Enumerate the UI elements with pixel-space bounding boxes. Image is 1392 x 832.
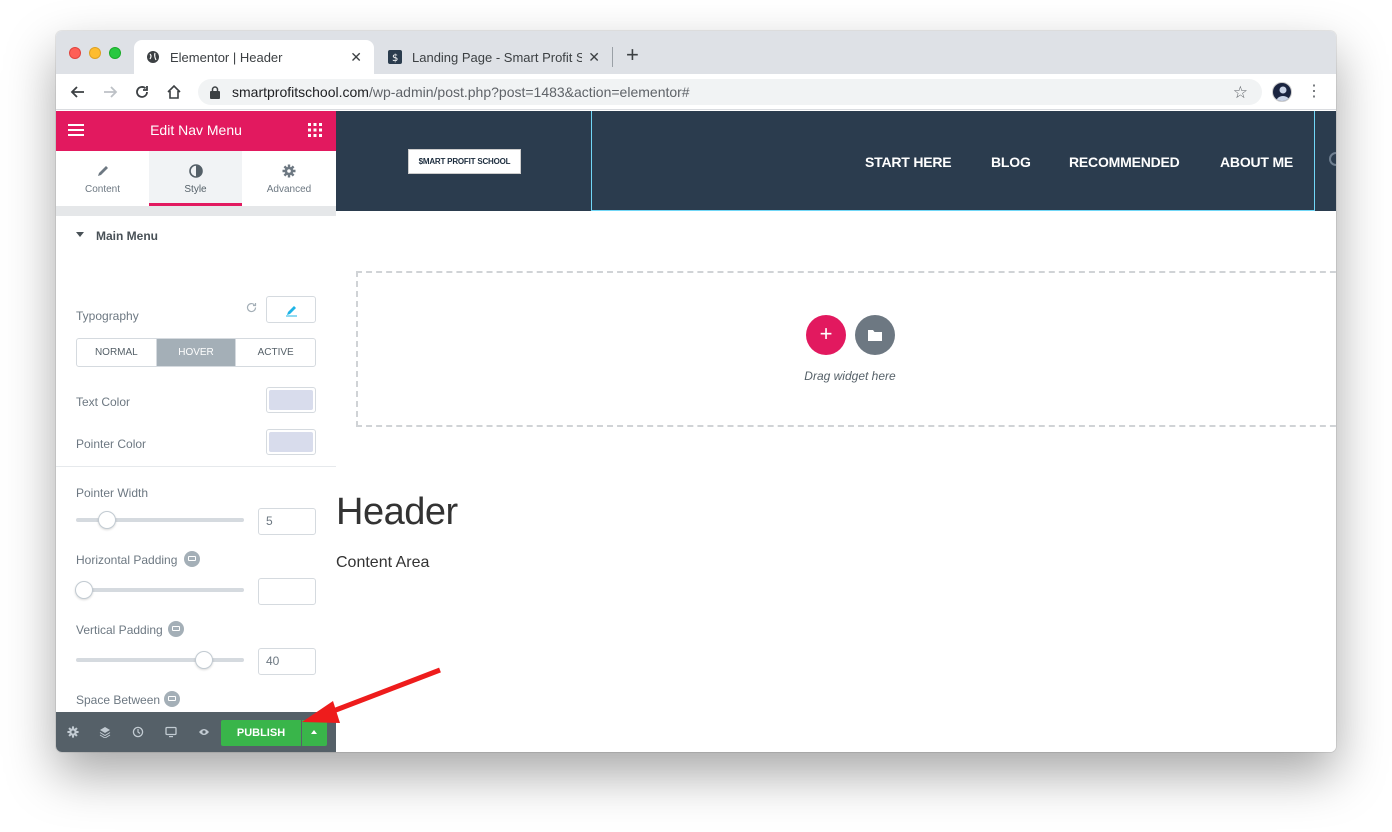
caret-down-icon	[76, 232, 84, 237]
close-tab-icon[interactable]: ✕	[350, 49, 362, 66]
forward-arrow-icon[interactable]	[100, 82, 120, 102]
slider-handle[interactable]	[97, 511, 116, 529]
add-section-button[interactable]: +	[806, 315, 846, 355]
typography-label: Typography	[76, 309, 139, 323]
gear-icon	[282, 164, 296, 178]
page-title: Header	[336, 491, 458, 533]
lock-icon	[210, 85, 222, 99]
space-between-label: Space Between	[76, 693, 161, 707]
state-tabs: NORMAL HOVER ACTIVE	[76, 338, 316, 367]
nav-item-recommended[interactable]: RECOMMENDED	[1069, 154, 1180, 170]
swatch-fill	[269, 432, 313, 452]
pencil-icon	[286, 306, 297, 317]
page-content: Content Area	[336, 554, 430, 571]
site-logo[interactable]: $MART PROFIT SCHOOL	[408, 149, 521, 174]
tab-title: Landing Page - Smart Profit Sc	[412, 49, 582, 65]
vertical-padding-slider[interactable]	[76, 651, 244, 669]
slider-handle[interactable]	[195, 651, 213, 669]
history-icon[interactable]	[130, 724, 146, 740]
elementor-panel: Edit Nav Menu Content Style Advanced Mai…	[56, 111, 336, 752]
browser-window: Elementor | Header ✕ $ Landing Page - Sm…	[56, 31, 1336, 752]
tab-title: Elementor | Header	[170, 49, 283, 65]
horizontal-padding-slider[interactable]	[75, 581, 244, 599]
swatch-fill	[269, 390, 313, 410]
horizontal-padding-input[interactable]	[258, 578, 316, 605]
close-tab-icon[interactable]: ✕	[588, 49, 600, 66]
state-tab-hover[interactable]: HOVER	[156, 339, 237, 366]
text-color-label: Text Color	[76, 395, 131, 409]
section-main-menu[interactable]: Main Menu	[56, 216, 336, 256]
state-tab-active[interactable]: ACTIVE	[236, 339, 315, 366]
profile-avatar[interactable]	[1272, 82, 1292, 102]
typography-edit-button[interactable]	[266, 296, 316, 323]
more-options-icon[interactable]: ⋮	[1306, 81, 1322, 103]
reset-icon[interactable]	[246, 302, 258, 314]
horizontal-padding-label: Horizontal Padding	[76, 553, 178, 567]
preview-eye-icon[interactable]	[196, 724, 212, 740]
site-favicon-icon: $	[388, 50, 402, 64]
tab-content[interactable]: Content	[56, 151, 149, 206]
publish-button[interactable]: PUBLISH	[221, 720, 301, 746]
minimize-window-button[interactable]	[89, 47, 101, 59]
pointer-color-swatch[interactable]	[266, 429, 316, 455]
state-tab-normal[interactable]: NORMAL	[77, 339, 157, 366]
folder-icon	[868, 330, 882, 341]
tab-style[interactable]: Style	[149, 151, 242, 206]
tab-advanced[interactable]: Advanced	[242, 151, 336, 206]
desktop-responsive-icon[interactable]	[184, 551, 200, 567]
home-icon[interactable]	[164, 82, 184, 102]
desktop-responsive-icon[interactable]	[168, 621, 184, 637]
new-tab-icon[interactable]: +	[626, 44, 639, 66]
widgets-grid-icon[interactable]	[308, 123, 322, 137]
vertical-padding-input[interactable]: 40	[258, 648, 316, 675]
search-icon[interactable]	[1329, 152, 1336, 166]
browser-tab-landing-page[interactable]: $ Landing Page - Smart Profit Sc ✕	[376, 40, 612, 74]
pointer-width-label: Pointer Width	[76, 486, 149, 500]
nav-item-blog[interactable]: BLOG	[991, 154, 1031, 170]
caret-up-icon	[311, 730, 317, 734]
empty-section-dropzone[interactable]: + Drag widget here	[356, 271, 1336, 427]
page-preview: $MART PROFIT SCHOOL START HERE BLOG RECO…	[336, 111, 1336, 752]
nav-menu-widget[interactable]	[591, 111, 1315, 211]
url-text: smartprofitschool.com/wp-admin/post.php?…	[232, 84, 690, 100]
text-color-swatch[interactable]	[266, 387, 316, 413]
close-window-button[interactable]	[69, 47, 81, 59]
pencil-icon	[96, 164, 110, 178]
globe-icon	[146, 50, 160, 64]
pointer-width-slider[interactable]	[76, 511, 244, 529]
pointer-color-label: Pointer Color	[76, 437, 147, 451]
section-gap	[56, 206, 336, 216]
panel-title: Edit Nav Menu	[150, 122, 242, 138]
settings-gear-icon[interactable]	[65, 724, 81, 740]
responsive-mode-icon[interactable]	[163, 724, 179, 740]
site-header: $MART PROFIT SCHOOL START HERE BLOG RECO…	[336, 111, 1336, 211]
style-controls: Typography NORMAL HOVER ACTIVE Text Colo…	[56, 256, 336, 712]
browser-toolbar: smartprofitschool.com/wp-admin/post.php?…	[56, 74, 1336, 110]
address-bar[interactable]: smartprofitschool.com/wp-admin/post.php?…	[198, 79, 1262, 105]
desktop-responsive-icon[interactable]	[164, 691, 180, 707]
navigator-layers-icon[interactable]	[97, 724, 113, 740]
nav-item-start-here[interactable]: START HERE	[865, 154, 952, 170]
vertical-padding-label: Vertical Padding	[76, 623, 163, 637]
divider	[56, 466, 336, 467]
panel-tabs: Content Style Advanced	[56, 151, 336, 206]
svg-text:$: $	[392, 53, 398, 64]
tab-separator	[612, 47, 613, 67]
pointer-width-input[interactable]: 5	[258, 508, 316, 535]
maximize-window-button[interactable]	[109, 47, 121, 59]
slider-handle[interactable]	[75, 581, 93, 599]
panel-header: Edit Nav Menu	[56, 111, 336, 151]
bookmark-star-icon[interactable]: ☆	[1233, 83, 1248, 103]
browser-tab-elementor[interactable]: Elementor | Header ✕	[134, 40, 374, 74]
drag-widget-hint: Drag widget here	[804, 369, 896, 383]
contrast-icon	[188, 164, 203, 178]
add-template-button[interactable]	[855, 315, 895, 355]
back-arrow-icon[interactable]	[68, 82, 88, 102]
publish-options-button[interactable]	[302, 720, 327, 746]
panel-footer: PUBLISH	[56, 712, 336, 752]
nav-item-about-me[interactable]: ABOUT ME	[1220, 154, 1293, 170]
reload-icon[interactable]	[132, 82, 152, 102]
tab-strip: Elementor | Header ✕ $ Landing Page - Sm…	[56, 31, 1336, 74]
